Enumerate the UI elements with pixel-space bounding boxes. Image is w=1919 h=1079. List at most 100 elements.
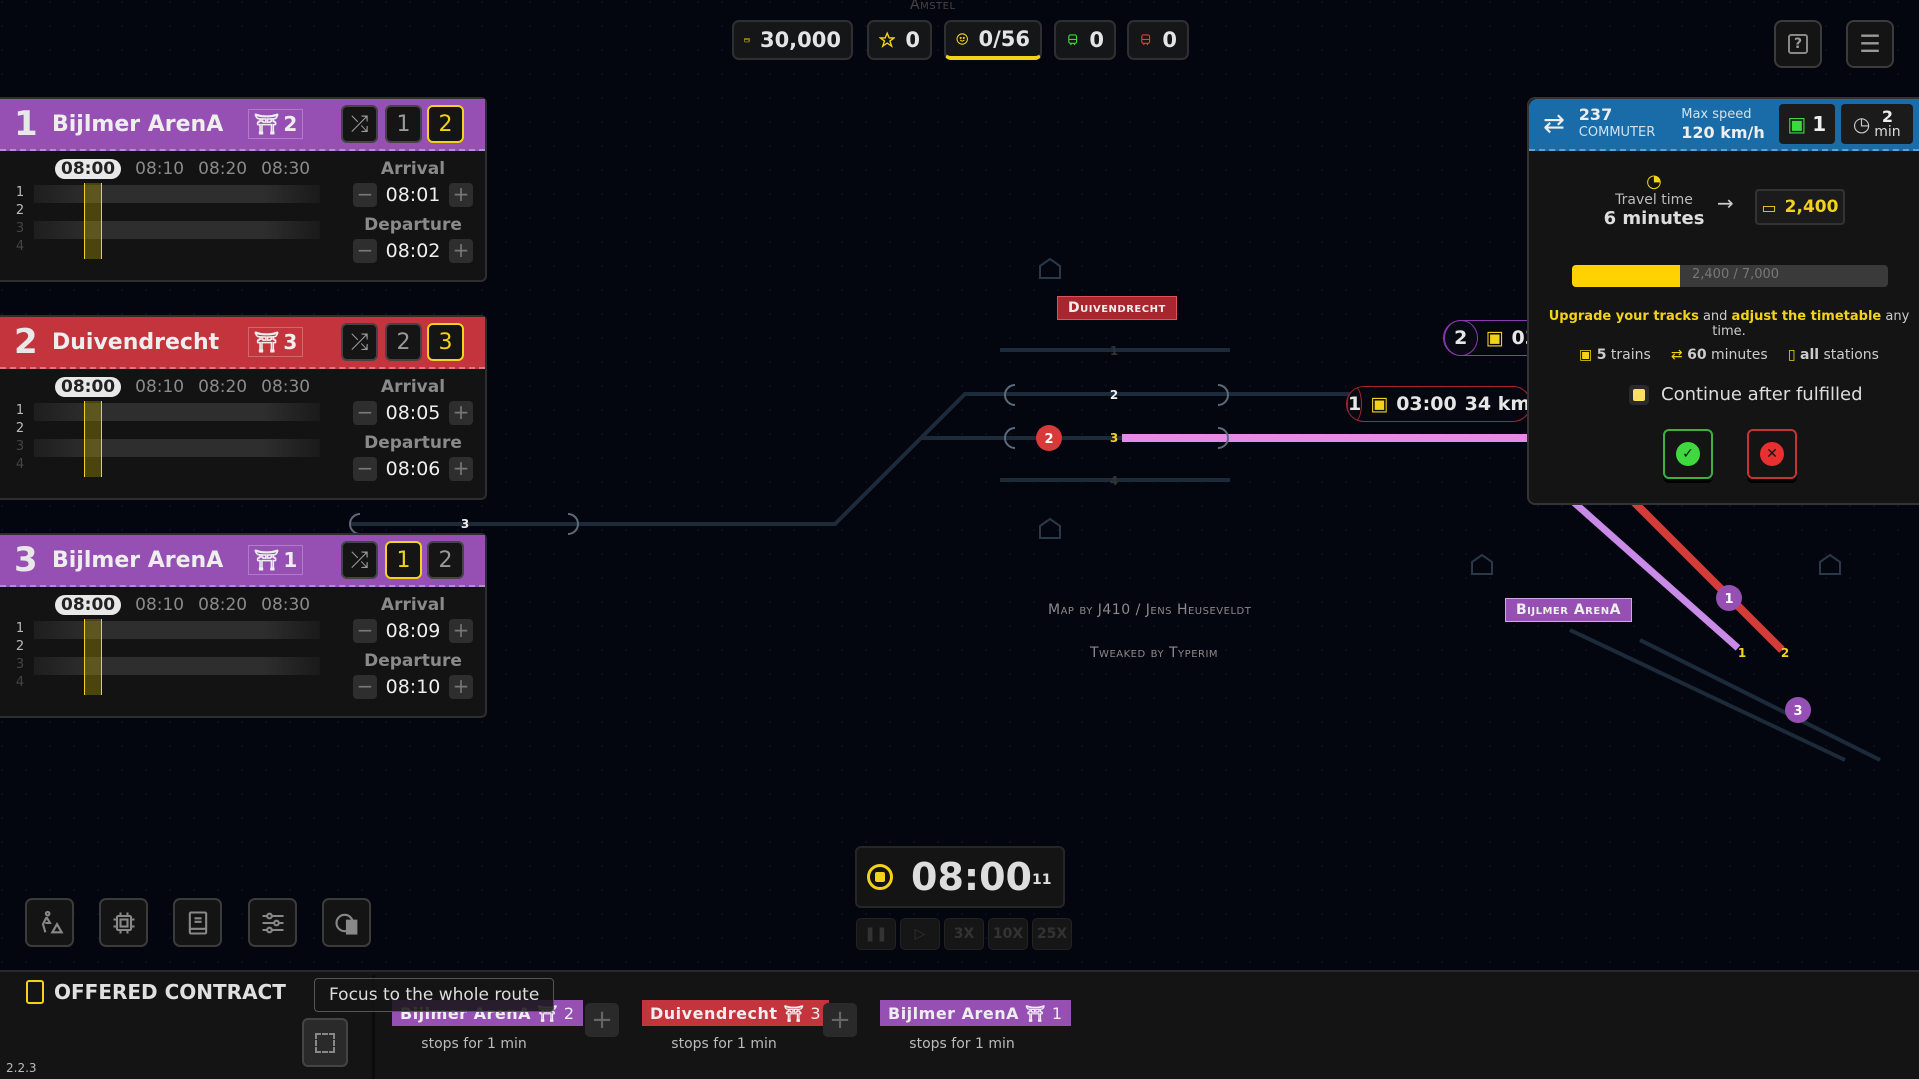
- focus-route-button[interactable]: [302, 1018, 348, 1067]
- track-number: 3: [461, 517, 469, 531]
- interval-value: 2: [1881, 106, 1894, 126]
- station-panel-1: 1 Bijlmer ArenA ⛩ 2 ⤮ 1 2 08:00 08:10 08:…: [0, 97, 487, 282]
- track-number: 2: [1110, 388, 1118, 402]
- platform-option[interactable]: 2: [427, 541, 464, 579]
- timeline[interactable]: 08:00 08:10 08:20 08:30 1 2 3 4: [0, 593, 330, 713]
- timeline[interactable]: 08:00 08:10 08:20 08:30 1 2 3 4: [0, 375, 330, 495]
- arrow-right-icon: →: [1717, 191, 1734, 215]
- contract-hint: Upgrade your tracks and adjust the timet…: [1548, 309, 1910, 339]
- platform-option[interactable]: 2: [385, 323, 422, 361]
- add-stop-button[interactable]: +: [823, 1003, 857, 1037]
- shuffle-button[interactable]: ⤮: [341, 105, 378, 143]
- shuffle-icon: ⤮: [350, 547, 369, 573]
- train-green-icon: [1068, 34, 1078, 46]
- offered-contract-title: OFFERED CONTRACT: [26, 980, 286, 1004]
- continue-checkbox-row[interactable]: Continue after fulfilled: [1629, 384, 1863, 405]
- wallet-icon: [744, 38, 750, 43]
- pause-icon: ❚❚: [864, 926, 888, 942]
- progress-text: 2,400 / 7,000: [1692, 267, 1780, 282]
- settings-file-button[interactable]: [322, 898, 371, 947]
- menu-button[interactable]: ☰: [1846, 20, 1894, 68]
- shuffle-button[interactable]: ⤮: [341, 541, 378, 579]
- timeline-tick: 08:20: [198, 377, 248, 397]
- x-icon: ✕: [1760, 442, 1784, 466]
- platform-option[interactable]: 2: [427, 105, 464, 143]
- speed-10x-button[interactable]: 10X: [988, 918, 1028, 950]
- platform-badge: ⛩ 2: [248, 109, 304, 139]
- construction-button[interactable]: [25, 898, 74, 947]
- worker-icon: [41, 910, 63, 933]
- platform-row-label: 2: [15, 421, 25, 436]
- help-icon: ?: [1787, 34, 1809, 54]
- trains-on-time-stat[interactable]: 0: [1054, 20, 1116, 60]
- svg-text:3: 3: [1793, 704, 1802, 719]
- route-stop-chip[interactable]: Bijlmer ArenA ⛩ 1: [880, 1000, 1071, 1026]
- platform-badge: ⛩ 3: [248, 327, 304, 357]
- train-marker-2[interactable]: 2: [1036, 425, 1062, 451]
- clock-seconds: 11: [1031, 872, 1052, 888]
- arrival-decrement[interactable]: −: [353, 401, 377, 425]
- contract-panel: ⇄ 237 COMMUTER Max speed 120 km/h ▣ 1 ◷ …: [1527, 97, 1919, 505]
- platform-option[interactable]: 1: [385, 541, 422, 579]
- trains-count[interactable]: ▣ 1: [1778, 104, 1835, 144]
- platform-row-label: 1: [15, 403, 25, 418]
- play-icon: ▷: [914, 926, 926, 942]
- add-stop-button[interactable]: +: [585, 1003, 619, 1037]
- arrival-increment[interactable]: +: [448, 619, 473, 643]
- arrival-increment[interactable]: +: [448, 183, 473, 207]
- accept-button[interactable]: ✓: [1663, 429, 1713, 479]
- book-button[interactable]: [173, 898, 222, 947]
- platform-row-label: 3: [15, 439, 25, 454]
- check-icon: ✓: [1676, 442, 1700, 466]
- departure-value: 08:10: [385, 676, 441, 698]
- platform-option[interactable]: 3: [427, 323, 464, 361]
- departure-increment[interactable]: +: [448, 675, 473, 699]
- route-stop-platform: 3: [810, 1003, 822, 1023]
- departure-decrement[interactable]: −: [353, 239, 377, 263]
- train-marker-3[interactable]: 3: [1785, 697, 1811, 723]
- gear-file-icon: [334, 913, 357, 935]
- chip-button[interactable]: [99, 898, 148, 947]
- arrival-decrement[interactable]: −: [353, 183, 377, 207]
- map-credit: Tweaked by Typerim: [1090, 645, 1219, 661]
- trains-green-value: 0: [1089, 28, 1104, 52]
- trains-late-stat[interactable]: 0: [1127, 20, 1189, 60]
- platform-option[interactable]: 1: [385, 105, 422, 143]
- speed-25x-button[interactable]: 25X: [1032, 918, 1072, 950]
- continue-checkbox[interactable]: [1629, 384, 1649, 405]
- route-stop-chip[interactable]: Duivendrecht ⛩ 3: [642, 1000, 830, 1026]
- arrival-increment[interactable]: +: [448, 401, 473, 425]
- train-pill-1[interactable]: 1 ▣ 03:00 34 km/h: [1346, 386, 1531, 422]
- map-station-label-bijlmer[interactable]: Bijlmer ArenA: [1505, 598, 1632, 622]
- stars-stat[interactable]: 0: [867, 20, 932, 60]
- play-button[interactable]: ▷: [900, 918, 940, 950]
- platform-row: 4: [10, 457, 320, 475]
- reject-button[interactable]: ✕: [1747, 429, 1797, 479]
- departure-decrement[interactable]: −: [353, 675, 377, 699]
- departure-decrement[interactable]: −: [353, 457, 377, 481]
- settings-sliders-button[interactable]: [248, 898, 297, 947]
- contract-requirements: ▣ 5 trains ⇄ 60 minutes ▯ all stations: [1579, 347, 1879, 363]
- satisfaction-stat[interactable]: 0/56: [944, 20, 1042, 60]
- departure-increment[interactable]: +: [448, 239, 473, 263]
- shuffle-button[interactable]: ⤮: [341, 323, 378, 361]
- departure-increment[interactable]: +: [448, 457, 473, 481]
- interval-box[interactable]: ◷ 2 min: [1840, 104, 1913, 144]
- map-station-label-duivendrecht[interactable]: Duivendrecht: [1057, 296, 1177, 320]
- train-pill-speed: 34 km/h: [1464, 393, 1531, 415]
- track-number: 4: [1110, 474, 1118, 488]
- platform-row-label: 4: [15, 239, 25, 254]
- help-button[interactable]: ?: [1774, 20, 1822, 68]
- departure-label: Departure: [364, 651, 462, 671]
- pause-button[interactable]: ❚❚: [856, 918, 896, 950]
- stop-icon[interactable]: [867, 864, 893, 890]
- platform-row: 2: [10, 421, 320, 439]
- money-stat[interactable]: 30,000: [732, 20, 853, 60]
- arrival-decrement[interactable]: −: [353, 619, 377, 643]
- departure-label: Departure: [364, 433, 462, 453]
- arrival-value: 08:01: [385, 184, 441, 206]
- timeline[interactable]: 08:00 08:10 08:20 08:30 1 2 3 4: [0, 157, 330, 277]
- train-marker-1[interactable]: 1: [1716, 585, 1742, 611]
- track-number: 1: [1110, 344, 1118, 358]
- speed-3x-button[interactable]: 3X: [944, 918, 984, 950]
